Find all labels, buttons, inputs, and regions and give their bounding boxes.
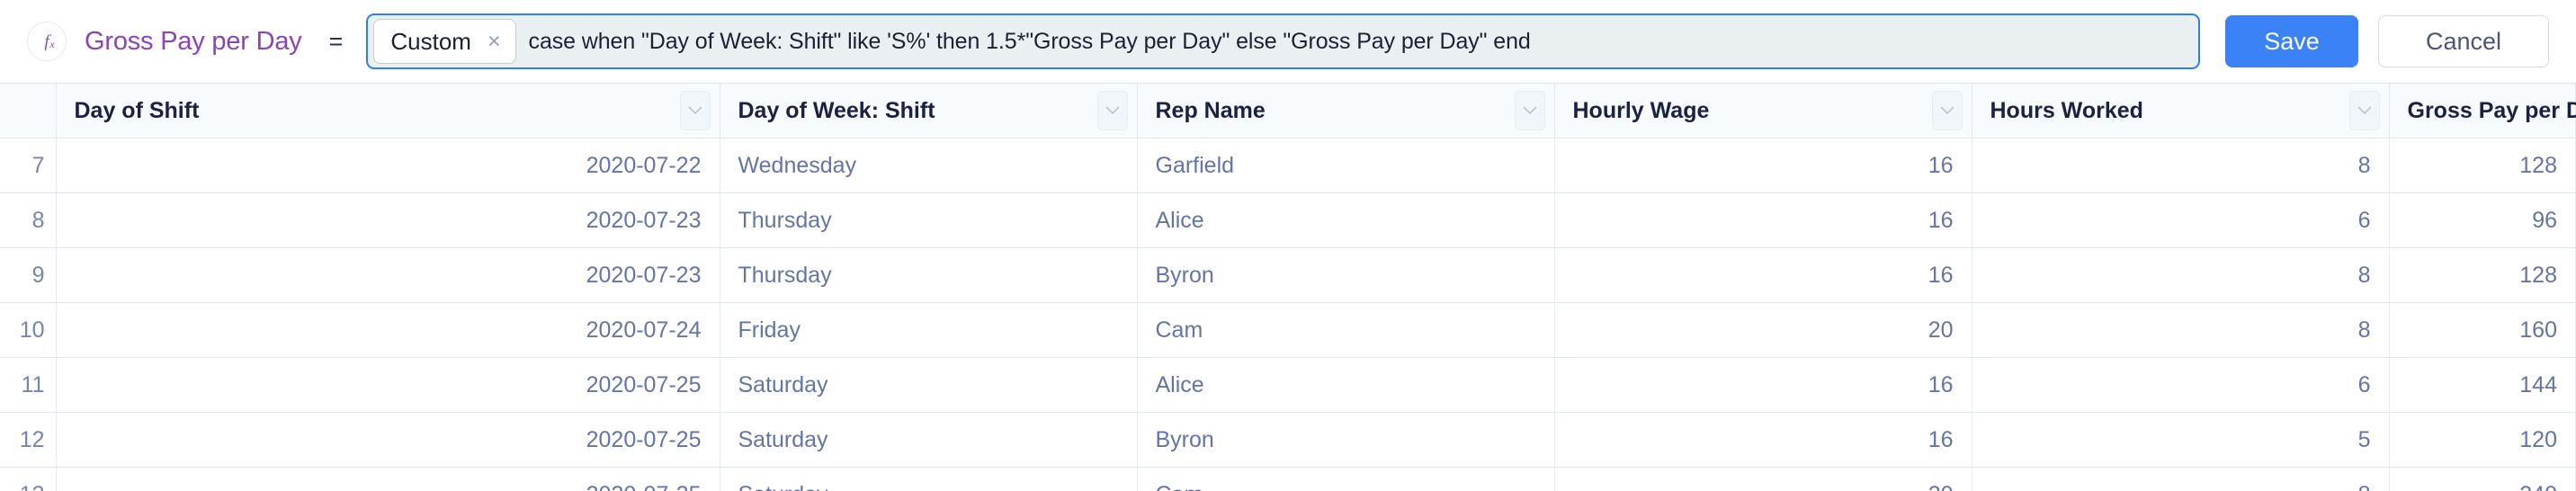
cell-hours-worked[interactable]: 5 (1972, 412, 2390, 468)
cell-day-of-shift[interactable]: 2020-07-25 (56, 467, 720, 491)
cell-hourly-wage[interactable]: 20 (1554, 467, 1972, 491)
cell-rep-name[interactable]: Garfield (1137, 138, 1555, 193)
column-header-day-of-shift[interactable]: Day of Shift (56, 84, 720, 138)
cell-day-of-shift[interactable]: 2020-07-24 (56, 302, 720, 358)
cell-day-of-shift[interactable]: 2020-07-23 (56, 247, 720, 303)
cell-gross-pay-per-day[interactable]: 96 (2389, 192, 2576, 248)
cell-day-of-week-shift[interactable]: Saturday (720, 412, 1138, 468)
formula-input[interactable] (528, 28, 2195, 55)
row-number: 7 (0, 138, 57, 193)
row-number: 12 (0, 412, 57, 468)
cell-rep-name[interactable]: Alice (1137, 192, 1555, 248)
cell-gross-pay-per-day[interactable]: 160 (2389, 302, 2576, 358)
table-row[interactable]: 12 2020-07-25 Saturday Byron 16 5 120 (0, 412, 2576, 468)
row-number: 8 (0, 192, 57, 248)
data-grid[interactable]: Day of Shift Day of Week: Shift Rep Name… (0, 83, 2576, 491)
custom-type-chip-label: Custom (390, 27, 471, 55)
cell-day-of-week-shift[interactable]: Thursday (720, 247, 1138, 303)
cell-rep-name[interactable]: Byron (1137, 247, 1555, 303)
save-button[interactable]: Save (2225, 15, 2358, 67)
grid-viewport: Day of Shift Day of Week: Shift Rep Name… (0, 84, 2576, 491)
svg-text:x: x (49, 38, 55, 50)
cell-day-of-week-shift[interactable]: Friday (720, 302, 1138, 358)
cell-hours-worked[interactable]: 8 (1972, 138, 2390, 193)
column-header-hourly-wage[interactable]: Hourly Wage (1554, 84, 1972, 138)
column-header-day-of-week-shift[interactable]: Day of Week: Shift (720, 84, 1138, 138)
cell-hourly-wage[interactable]: 16 (1554, 357, 1972, 413)
column-header-rep-name[interactable]: Rep Name (1137, 84, 1555, 138)
column-header-label: Rep Name (1155, 97, 1266, 123)
field-name-label: Gross Pay per Day (85, 26, 302, 56)
cell-hourly-wage[interactable]: 16 (1554, 138, 1972, 193)
cell-rep-name[interactable]: Cam (1137, 302, 1555, 358)
cell-hourly-wage[interactable]: 16 (1554, 247, 1972, 303)
cell-rep-name[interactable]: Byron (1137, 412, 1555, 468)
column-header-label: Gross Pay per Day (2407, 97, 2576, 123)
cell-hourly-wage[interactable]: 16 (1554, 412, 1972, 468)
chevron-down-icon[interactable] (1931, 91, 1963, 130)
cell-gross-pay-per-day[interactable]: 128 (2389, 247, 2576, 303)
table-row[interactable]: 7 2020-07-22 Wednesday Garfield 16 8 128 (0, 138, 2576, 193)
table-row[interactable]: 10 2020-07-24 Friday Cam 20 8 160 (0, 302, 2576, 358)
cell-day-of-shift[interactable]: 2020-07-22 (56, 138, 720, 193)
table-row[interactable]: 13 2020-07-25 Saturday Cam 20 8 240 (0, 467, 2576, 491)
cell-day-of-week-shift[interactable]: Saturday (720, 467, 1138, 491)
row-number-header (0, 84, 57, 138)
table-body: 7 2020-07-22 Wednesday Garfield 16 8 128… (0, 138, 2576, 491)
cell-hours-worked[interactable]: 8 (1972, 467, 2390, 491)
cell-gross-pay-per-day[interactable]: 144 (2389, 357, 2576, 413)
cell-hours-worked[interactable]: 8 (1972, 247, 2390, 303)
table-row[interactable]: 9 2020-07-23 Thursday Byron 16 8 128 (0, 247, 2576, 303)
cell-day-of-week-shift[interactable]: Wednesday (720, 138, 1138, 193)
cell-day-of-shift[interactable]: 2020-07-25 (56, 412, 720, 468)
data-table: Day of Shift Day of Week: Shift Rep Name… (0, 84, 2576, 491)
equals-sign: = (328, 27, 344, 55)
row-number: 11 (0, 357, 57, 413)
chevron-down-icon[interactable] (1096, 91, 1128, 130)
cell-hourly-wage[interactable]: 16 (1554, 192, 1972, 248)
cell-rep-name[interactable]: Alice (1137, 357, 1555, 413)
fx-icon: f x (27, 22, 67, 61)
chevron-down-icon[interactable] (679, 91, 711, 130)
cell-hours-worked[interactable]: 6 (1972, 192, 2390, 248)
column-header-label: Day of Week: Shift (738, 97, 935, 123)
chevron-down-icon[interactable] (2348, 91, 2380, 130)
close-icon[interactable]: × (486, 30, 503, 53)
cell-gross-pay-per-day[interactable]: 128 (2389, 138, 2576, 193)
cancel-button[interactable]: Cancel (2378, 15, 2549, 67)
formula-input-container[interactable]: Custom × (366, 13, 2200, 69)
cell-day-of-week-shift[interactable]: Saturday (720, 357, 1138, 413)
cell-gross-pay-per-day[interactable]: 120 (2389, 412, 2576, 468)
cell-hours-worked[interactable]: 6 (1972, 357, 2390, 413)
table-row[interactable]: 11 2020-07-25 Saturday Alice 16 6 144 (0, 357, 2576, 413)
formula-editor-screen: f x Gross Pay per Day = Custom × Save Ca… (0, 0, 2576, 491)
column-header-gross-pay-per-day[interactable]: Gross Pay per Day (2389, 84, 2576, 138)
column-header-label: Hours Worked (1990, 97, 2143, 123)
cell-day-of-shift[interactable]: 2020-07-25 (56, 357, 720, 413)
cell-gross-pay-per-day[interactable]: 240 (2389, 467, 2576, 491)
cell-day-of-shift[interactable]: 2020-07-23 (56, 192, 720, 248)
cell-hours-worked[interactable]: 8 (1972, 302, 2390, 358)
cell-day-of-week-shift[interactable]: Thursday (720, 192, 1138, 248)
formula-bar: f x Gross Pay per Day = Custom × Save Ca… (0, 0, 2576, 83)
custom-type-chip[interactable]: Custom × (373, 19, 516, 64)
cell-hourly-wage[interactable]: 20 (1554, 302, 1972, 358)
chevron-down-icon[interactable] (1514, 91, 1545, 130)
column-header-label: Day of Shift (74, 97, 200, 123)
row-number: 13 (0, 467, 57, 491)
column-header-hours-worked[interactable]: Hours Worked (1972, 84, 2390, 138)
column-header-label: Hourly Wage (1572, 97, 1710, 123)
row-number: 10 (0, 302, 57, 358)
row-number: 9 (0, 247, 57, 303)
table-row[interactable]: 8 2020-07-23 Thursday Alice 16 6 96 (0, 192, 2576, 248)
table-header-row: Day of Shift Day of Week: Shift Rep Name… (0, 84, 2576, 138)
cell-rep-name[interactable]: Cam (1137, 467, 1555, 491)
